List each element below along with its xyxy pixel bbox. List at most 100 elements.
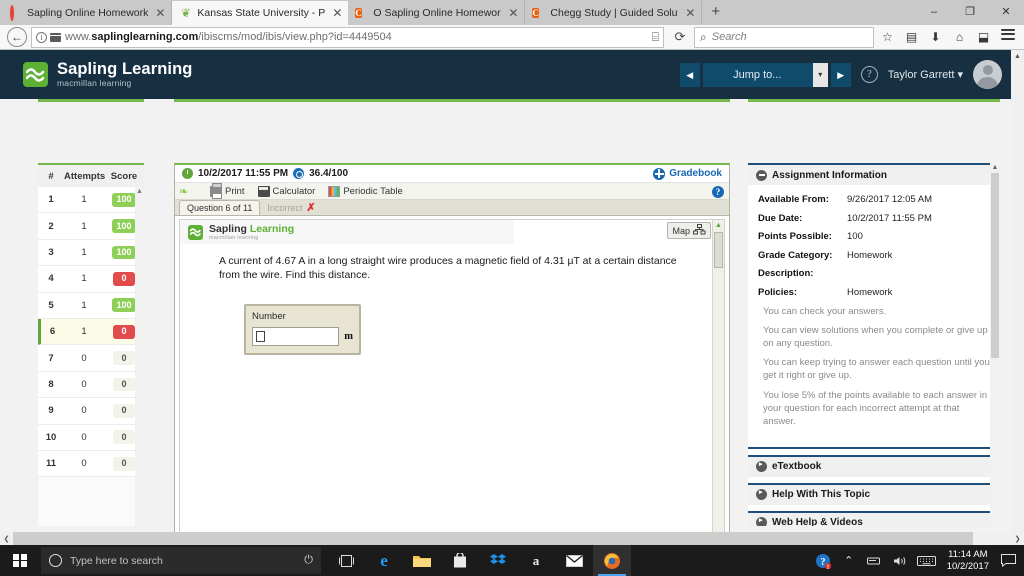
downloads-icon[interactable]: ⬇ (924, 26, 947, 48)
scroll-up-icon[interactable]: ▲ (135, 187, 144, 197)
content-brand-2: Learning (249, 223, 295, 235)
table-row[interactable]: 4 1 0 (38, 266, 144, 293)
menu-hamburger-icon[interactable] (996, 26, 1019, 48)
task-view-icon[interactable] (327, 545, 365, 576)
bookmark-star-icon[interactable]: ☆ (876, 26, 899, 48)
table-row-current[interactable]: 6 1 0 (38, 318, 144, 346)
help-icon[interactable]: ? (712, 185, 724, 198)
tab-question[interactable]: Question 6 of 11 (179, 200, 261, 215)
chevron-down-icon[interactable]: ▾ (812, 62, 828, 87)
expand-icon[interactable] (756, 516, 767, 526)
browser-tab-0[interactable]: Sapling Online Homework ✕ (2, 1, 173, 25)
page-horizontal-scrollbar[interactable]: ❮ ❯ (0, 532, 1024, 545)
close-window-button[interactable]: ✕ (988, 0, 1024, 25)
gradebook-link[interactable]: Gradebook (653, 167, 722, 180)
avatar[interactable] (973, 60, 1002, 89)
scrollbar-thumb[interactable] (991, 173, 999, 358)
close-icon[interactable]: ✕ (683, 7, 697, 19)
browser-tab-1[interactable]: ❦ Kansas State University - PH ✕ (172, 1, 349, 25)
scroll-up-icon[interactable]: ▲ (1011, 50, 1024, 63)
reader-mode-icon[interactable]: ⌸ (652, 30, 659, 45)
browser-tab-2[interactable]: C O Sapling Online Homework ✕ (348, 1, 526, 25)
periodic-table-button[interactable]: Periodic Table (328, 185, 403, 197)
table-row[interactable]: 2 1 100 (38, 213, 144, 240)
file-explorer-icon[interactable] (403, 545, 441, 576)
map-button[interactable]: Map (667, 222, 711, 239)
table-row[interactable]: 11 0 0 (38, 451, 144, 478)
policy-item: You lose 5% of the points available to e… (763, 389, 988, 427)
question-scrollbar[interactable]: ▲ (712, 220, 724, 545)
help-icon[interactable]: ? (860, 66, 878, 83)
table-row[interactable]: 3 1 100 (38, 240, 144, 267)
accordion-header[interactable]: Assignment Information (748, 165, 1000, 185)
dropbox-icon[interactable] (479, 545, 517, 576)
next-question-button[interactable]: ▶ (830, 62, 851, 87)
jump-to-select[interactable]: Jump to... ▾ (702, 62, 828, 87)
calculator-button[interactable]: Calculator (257, 185, 315, 197)
close-icon[interactable]: ✕ (330, 7, 344, 19)
collapse-icon[interactable] (756, 169, 767, 181)
address-bar[interactable]: i www.saplinglearning.com/ibiscms/mod/ib… (31, 26, 664, 48)
brand-sub: macmillan learning (57, 77, 132, 88)
maximize-button[interactable]: ❐ (952, 0, 988, 25)
user-menu[interactable]: Taylor Garrett ▾ (888, 68, 963, 81)
taskbar-clock[interactable]: 11:14 AM 10/2/2017 (940, 549, 996, 573)
reload-icon[interactable]: ⟳ (668, 26, 692, 48)
site-logo[interactable]: Sapling Learning macmillan learning (0, 61, 192, 87)
start-button[interactable] (0, 545, 40, 576)
home-icon[interactable]: ⌂ (948, 26, 971, 48)
taskbar-search[interactable]: Type here to search ⏻ (41, 547, 321, 574)
back-arrow-icon[interactable]: ← (7, 27, 27, 47)
answer-input[interactable] (252, 327, 340, 347)
new-tab-button[interactable]: + (702, 1, 729, 25)
pocket-icon[interactable]: ⬓ (972, 26, 995, 48)
accordion-header[interactable]: eTextbook (748, 456, 1000, 477)
library-icon[interactable]: ▤ (900, 26, 923, 48)
firefox-icon[interactable] (593, 545, 631, 576)
expand-icon[interactable] (756, 488, 767, 501)
close-icon[interactable]: ✕ (506, 7, 520, 19)
info-panel-scrollbar[interactable]: ▲ (990, 163, 1000, 526)
close-icon[interactable]: ✕ (153, 7, 167, 19)
browser-tab-3[interactable]: C Chegg Study | Guided Soluti ✕ (525, 1, 703, 25)
help-alert-icon[interactable]: ?! (810, 545, 836, 576)
table-row[interactable]: 7 0 0 (38, 345, 144, 372)
accordion-header[interactable]: Web Help & Videos (748, 512, 1000, 526)
accordion-header[interactable]: Help With This Topic (748, 484, 1000, 505)
microphone-icon[interactable]: ⏻ (304, 554, 313, 567)
keyboard-icon[interactable] (914, 545, 940, 576)
table-row[interactable]: 8 0 0 (38, 372, 144, 399)
print-button[interactable]: Print (210, 183, 245, 199)
score-panel-scrollbar[interactable]: ▲ (135, 187, 144, 526)
sapling-logo-icon (188, 224, 203, 240)
table-row[interactable]: 9 0 0 (38, 398, 144, 425)
site-identity[interactable]: i (36, 31, 61, 43)
page-vertical-scrollbar[interactable]: ▲ (1011, 50, 1024, 545)
scroll-up-icon[interactable]: ▲ (990, 163, 1000, 173)
page-info-icon[interactable]: i (36, 31, 47, 43)
amazon-icon[interactable]: a (517, 545, 555, 576)
action-center-icon[interactable] (996, 545, 1020, 576)
tab-title: O Sapling Online Homework (373, 7, 502, 19)
scroll-left-icon[interactable]: ❮ (0, 535, 13, 543)
prev-question-button[interactable]: ◀ (679, 62, 700, 87)
show-hidden-icons-icon[interactable]: ⌃ (836, 545, 862, 576)
expand-icon[interactable] (756, 460, 767, 473)
edge-icon[interactable]: e (365, 545, 403, 576)
table-row[interactable]: 5 1 100 (38, 293, 144, 319)
score-table-body: 1 1 100 2 1 100 3 1 100 4 1 0 5 1 100 6 … (38, 187, 144, 478)
gradebook-label: Gradebook (669, 168, 722, 179)
scrollbar-thumb[interactable] (714, 232, 723, 268)
table-row[interactable]: 10 0 0 (38, 425, 144, 451)
search-bar[interactable]: ⌕ Search (694, 26, 874, 48)
minimize-button[interactable]: – (916, 0, 952, 25)
mail-icon[interactable] (555, 545, 593, 576)
network-icon[interactable] (862, 545, 888, 576)
scroll-right-icon[interactable]: ❯ (1011, 535, 1024, 543)
table-row[interactable]: 1 1 100 (38, 187, 144, 214)
store-icon[interactable] (441, 545, 479, 576)
scrollbar-track[interactable] (13, 532, 1011, 545)
volume-icon[interactable] (888, 545, 914, 576)
scrollbar-thumb[interactable] (13, 532, 973, 545)
scroll-up-icon[interactable]: ▲ (713, 220, 724, 231)
